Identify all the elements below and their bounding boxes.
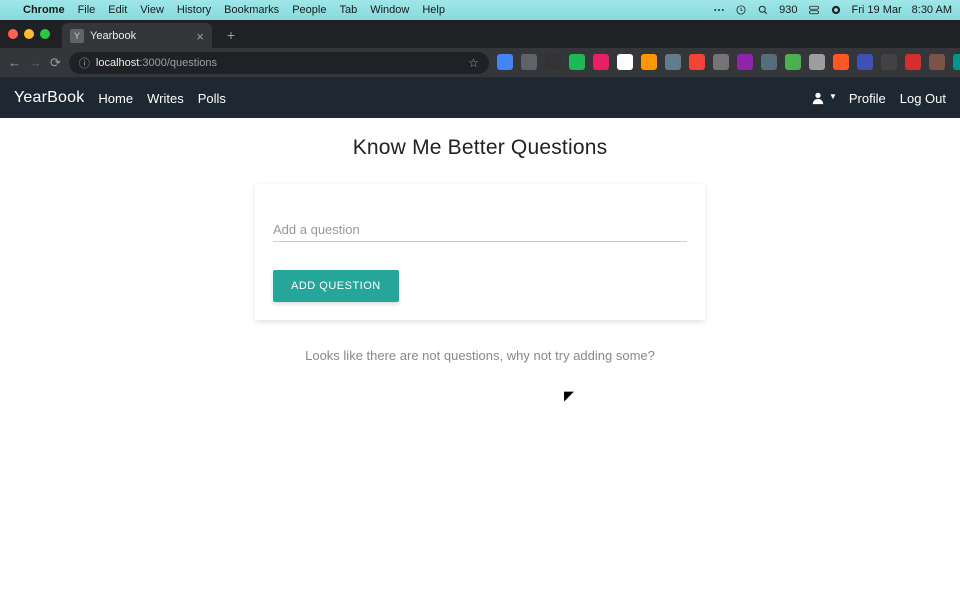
nav-profile[interactable]: Profile (849, 91, 886, 106)
extension-icon[interactable] (713, 54, 729, 70)
user-dropdown[interactable]: ▼ (810, 91, 837, 105)
chrome-tabbar: Y Yearbook × + (0, 20, 960, 48)
window-close-button[interactable] (8, 29, 18, 39)
extension-icon[interactable] (905, 54, 921, 70)
window-controls (8, 29, 50, 39)
question-input[interactable] (273, 218, 687, 242)
add-question-button[interactable]: ADD QUESTION (273, 270, 399, 302)
tab-title: Yearbook (90, 30, 136, 42)
extension-icon[interactable] (593, 54, 609, 70)
extension-icon[interactable] (881, 54, 897, 70)
window-minimize-button[interactable] (24, 29, 34, 39)
menu-tab[interactable]: Tab (339, 4, 357, 16)
page-content: Know Me Better Questions ADD QUESTION Lo… (0, 118, 960, 600)
tab-favicon-icon: Y (70, 29, 84, 43)
menu-help[interactable]: Help (422, 4, 445, 16)
menu-view[interactable]: View (140, 4, 164, 16)
extension-icon[interactable] (737, 54, 753, 70)
extension-icon[interactable] (665, 54, 681, 70)
extension-icon[interactable] (809, 54, 825, 70)
extension-icon[interactable] (617, 54, 633, 70)
address-bar[interactable]: ⓘ localhost:3000/questions ☆ (69, 52, 489, 74)
bookmark-star-icon[interactable]: ☆ (468, 56, 479, 70)
extension-icon[interactable] (857, 54, 873, 70)
menu-bookmarks[interactable]: Bookmarks (224, 4, 279, 16)
app-navbar: YearBook Home Writes Polls ▼ Profile Log… (0, 78, 960, 118)
menu-history[interactable]: History (177, 4, 211, 16)
menu-people[interactable]: People (292, 4, 326, 16)
extension-icon[interactable] (785, 54, 801, 70)
new-tab-button[interactable]: + (220, 24, 242, 46)
extension-icon[interactable] (569, 54, 585, 70)
menu-file[interactable]: File (78, 4, 96, 16)
nav-writes[interactable]: Writes (147, 91, 184, 106)
user-icon (810, 91, 826, 105)
nav-back-button[interactable]: ← (8, 55, 21, 70)
nav-reload-button[interactable]: ⟳ (50, 55, 61, 71)
browser-tab[interactable]: Y Yearbook × (62, 23, 212, 49)
extension-icon[interactable] (521, 54, 537, 70)
extension-icon[interactable] (833, 54, 849, 70)
timemachine-icon[interactable] (735, 4, 747, 16)
menubar-appname[interactable]: Chrome (23, 4, 65, 16)
nav-forward-button[interactable]: → (29, 55, 42, 70)
brand-logo[interactable]: YearBook (14, 89, 84, 107)
nav-polls[interactable]: Polls (198, 91, 226, 106)
url-path: :3000/questions (139, 57, 217, 69)
extension-icon[interactable] (545, 54, 561, 70)
menubar-time[interactable]: 8:30 AM (912, 4, 952, 16)
macos-menubar: Chrome File Edit View History Bookmarks … (0, 0, 960, 20)
window-maximize-button[interactable] (40, 29, 50, 39)
overflow-icon[interactable] (713, 4, 725, 16)
menubar-date[interactable]: Fri 19 Mar (852, 4, 902, 16)
tab-close-icon[interactable]: × (196, 29, 204, 44)
site-info-icon[interactable]: ⓘ (79, 55, 90, 71)
nav-logout[interactable]: Log Out (900, 91, 946, 106)
battery-text: 930 (779, 4, 797, 16)
menu-window[interactable]: Window (370, 4, 409, 16)
control-center-icon[interactable] (808, 4, 820, 16)
extension-icon[interactable] (929, 54, 945, 70)
menu-edit[interactable]: Edit (108, 4, 127, 16)
extension-icon[interactable] (497, 54, 513, 70)
siri-icon[interactable] (830, 4, 842, 16)
chrome-toolbar: ← → ⟳ ⓘ localhost:3000/questions ☆ ⋮ (0, 48, 960, 78)
nav-home[interactable]: Home (98, 91, 133, 106)
extensions-bar: ⋮ (497, 54, 960, 71)
empty-state-message: Looks like there are not questions, why … (305, 348, 655, 363)
url-host: localhost (96, 57, 139, 69)
page-title: Know Me Better Questions (353, 136, 608, 160)
extension-icon[interactable] (689, 54, 705, 70)
question-form-card: ADD QUESTION (255, 184, 705, 320)
chevron-down-icon: ▼ (829, 92, 837, 101)
extension-icon[interactable] (953, 54, 960, 70)
spotlight-icon[interactable] (757, 4, 769, 16)
extension-icon[interactable] (761, 54, 777, 70)
extension-icon[interactable] (641, 54, 657, 70)
